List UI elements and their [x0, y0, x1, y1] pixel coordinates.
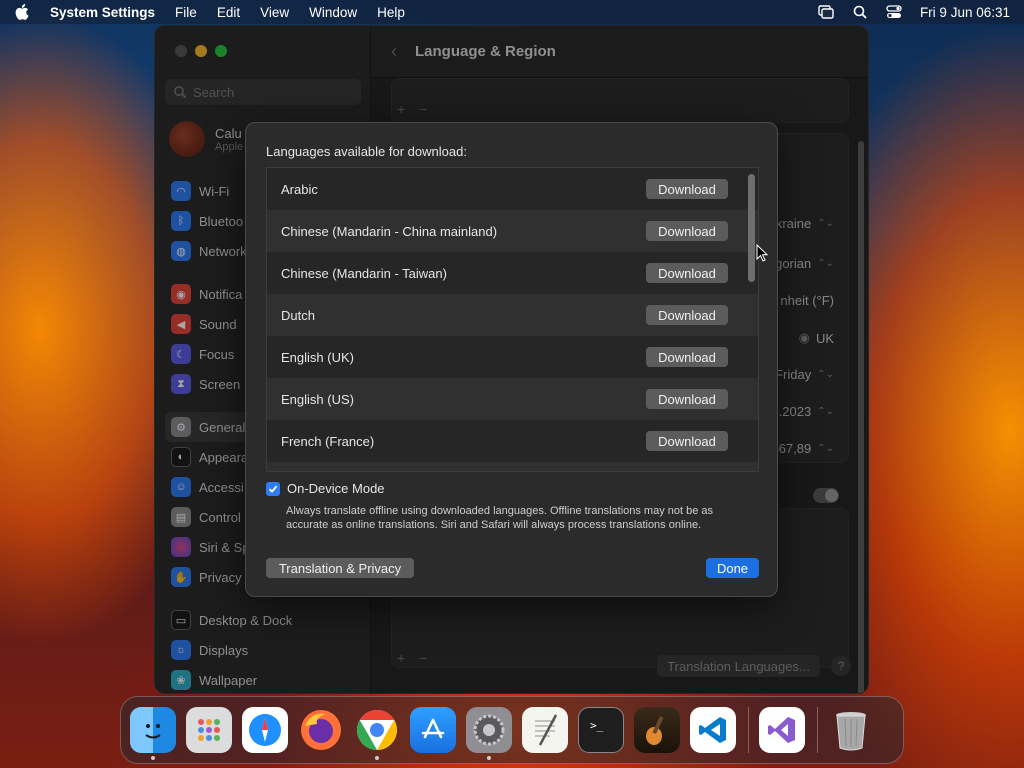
screen-mirroring-icon[interactable] [818, 4, 834, 20]
download-languages-sheet: Languages available for download: Arabic… [245, 122, 778, 597]
sheet-title: Languages available for download: [266, 144, 467, 159]
textedit-icon[interactable] [522, 707, 568, 753]
firefox-icon[interactable] [298, 707, 344, 753]
menu-app-name[interactable]: System Settings [50, 5, 155, 20]
language-name: Arabic [281, 181, 318, 197]
list-item: Arabic Download [267, 168, 758, 210]
on-device-checkbox[interactable] [266, 481, 280, 496]
done-button[interactable]: Done [706, 558, 759, 578]
language-name: French (France) [281, 433, 375, 449]
on-device-label: On-Device Mode [287, 481, 385, 496]
system-settings-icon[interactable] [466, 707, 512, 760]
list-item [267, 462, 758, 471]
translation-privacy-button[interactable]: Translation & Privacy [266, 558, 414, 578]
language-name: Dutch [281, 307, 315, 323]
trash-icon[interactable] [828, 707, 874, 753]
safari-icon[interactable] [242, 707, 288, 753]
chrome-icon[interactable] [354, 707, 400, 760]
download-button[interactable]: Download [646, 347, 728, 367]
list-item: French (France) Download [267, 420, 758, 462]
list-item: English (UK) Download [267, 336, 758, 378]
garageband-icon[interactable] [634, 707, 680, 753]
vscode-icon[interactable] [690, 707, 736, 753]
list-item: Dutch Download [267, 294, 758, 336]
download-button[interactable]: Download [646, 389, 728, 409]
list-item: Chinese (Mandarin - Taiwan) Download [267, 252, 758, 294]
download-button[interactable]: Download [646, 221, 728, 241]
menubar-clock[interactable]: Fri 9 Jun 06:31 [920, 5, 1010, 20]
list-scrollbar[interactable] [748, 174, 755, 282]
list-item: Chinese (Mandarin - China mainland) Downl… [267, 210, 758, 252]
on-device-description: Always translate offline using downloade… [286, 505, 714, 531]
running-indicator [151, 756, 155, 760]
svg-text:>_: >_ [590, 719, 604, 732]
terminal-icon[interactable]: >_ [578, 707, 624, 753]
on-device-mode-option[interactable]: On-Device Mode [266, 481, 385, 496]
language-list: Arabic Download Chinese (Mandarin - China… [266, 167, 759, 472]
dock-separator [748, 707, 749, 753]
download-button[interactable]: Download [646, 179, 728, 199]
menu-bar: System Settings File Edit View Window He… [0, 0, 1024, 24]
list-item: English (US) Download [267, 378, 758, 420]
language-name: English (UK) [281, 349, 354, 365]
visual-studio-icon[interactable] [759, 707, 805, 753]
download-button[interactable]: Download [646, 305, 728, 325]
menu-window[interactable]: Window [309, 5, 357, 20]
running-indicator [487, 756, 491, 760]
dock-separator [817, 707, 818, 753]
language-name: Chinese (Mandarin - Taiwan) [281, 265, 447, 281]
running-indicator [375, 756, 379, 760]
finder-icon[interactable] [130, 707, 176, 760]
menu-file[interactable]: File [175, 5, 197, 20]
control-center-icon[interactable] [886, 4, 902, 20]
dock: >_ [120, 696, 904, 764]
launchpad-icon[interactable] [186, 707, 232, 753]
menu-view[interactable]: View [260, 5, 289, 20]
language-name: Chinese (Mandarin - China mainland) [281, 223, 498, 239]
app-store-icon[interactable] [410, 707, 456, 753]
spotlight-search-icon[interactable] [852, 4, 868, 20]
download-button[interactable]: Download [646, 263, 728, 283]
mouse-pointer-icon [756, 243, 769, 262]
download-button[interactable]: Download [646, 431, 728, 451]
menu-help[interactable]: Help [377, 5, 405, 20]
menu-edit[interactable]: Edit [217, 5, 240, 20]
language-name: English (US) [281, 391, 354, 407]
apple-menu-icon[interactable] [14, 4, 30, 20]
